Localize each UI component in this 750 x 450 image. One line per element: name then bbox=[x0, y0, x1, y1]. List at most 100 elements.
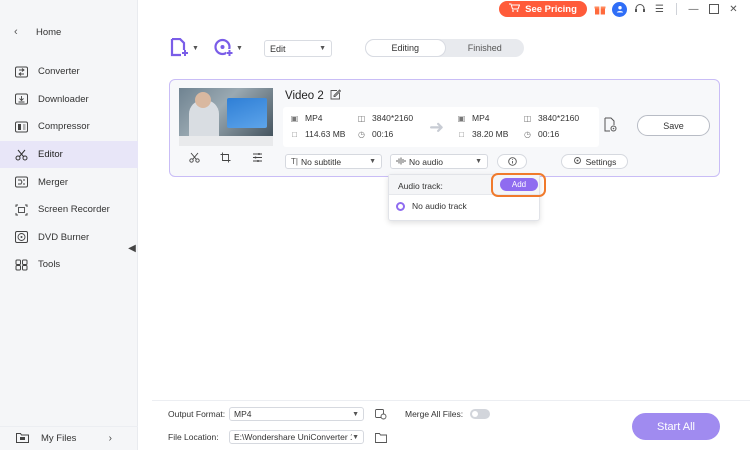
dvd-burner-icon bbox=[14, 230, 28, 244]
crop-icon[interactable] bbox=[220, 152, 231, 166]
thumbnail-tools bbox=[179, 150, 273, 168]
sidebar-item-label: Merger bbox=[38, 176, 69, 188]
video-title: Video 2 bbox=[285, 89, 341, 103]
minimize-icon[interactable]: — bbox=[686, 2, 701, 17]
close-icon[interactable]: ✕ bbox=[726, 2, 741, 17]
screen-recorder-icon bbox=[14, 203, 28, 217]
settings-label: Settings bbox=[585, 156, 617, 167]
sidebar-item-merger[interactable]: Merger bbox=[0, 168, 138, 196]
add-dvd-button[interactable]: ▼ bbox=[214, 38, 243, 59]
trim-icon[interactable] bbox=[189, 152, 200, 166]
clock-icon: ◷ bbox=[524, 129, 531, 139]
sidebar-item-label: Tools bbox=[38, 259, 61, 271]
audio-info-button[interactable] bbox=[497, 154, 527, 169]
folder-icon: □ bbox=[459, 129, 464, 139]
chevron-down-icon: ▼ bbox=[369, 158, 376, 165]
settings-button[interactable]: Settings bbox=[561, 154, 628, 169]
output-format-value: MP4 bbox=[234, 409, 252, 419]
tab-editing[interactable]: Editing bbox=[365, 39, 446, 57]
tools-icon bbox=[14, 258, 28, 272]
source-format: ▣ MP4 bbox=[290, 113, 323, 123]
merge-all-files-label: Merge All Files: bbox=[405, 409, 464, 419]
sidebar-item-screen-recorder[interactable]: Screen Recorder bbox=[0, 196, 138, 224]
video-thumbnail[interactable] bbox=[179, 88, 273, 146]
gift-icon[interactable] bbox=[592, 2, 607, 17]
audio-dropdown[interactable]: No audio ▼ bbox=[390, 154, 488, 169]
home-button[interactable]: ‹ Home bbox=[14, 24, 61, 40]
user-icon[interactable] bbox=[612, 1, 627, 17]
merge-all-files-toggle[interactable] bbox=[470, 409, 490, 419]
title-bar-buttons: ☰ — ✕ bbox=[592, 1, 741, 17]
add-file-button[interactable]: ▼ bbox=[170, 37, 199, 59]
chevron-left-icon: ‹ bbox=[14, 26, 18, 38]
menu-icon[interactable]: ☰ bbox=[652, 2, 667, 17]
output-format-select[interactable]: MP4 ▼ bbox=[229, 407, 364, 421]
effects-icon[interactable] bbox=[252, 152, 263, 166]
convert-arrow-icon: ➜ bbox=[429, 117, 445, 137]
target-resolution-value: 3840*2160 bbox=[538, 113, 580, 123]
chevron-down-icon: ▼ bbox=[236, 45, 243, 52]
sidebar-item-label: Editor bbox=[38, 149, 63, 161]
add-dvd-icon bbox=[214, 38, 234, 59]
title-separator bbox=[676, 3, 677, 15]
sidebar-nav: Converter Downloader Compressor Editor M… bbox=[0, 58, 138, 279]
no-audio-track-option[interactable]: No audio track bbox=[396, 201, 467, 211]
open-folder-icon[interactable] bbox=[375, 431, 387, 443]
sidebar-item-tools[interactable]: Tools bbox=[0, 251, 138, 279]
sidebar: ‹ Home Converter Downloader Compressor E… bbox=[0, 0, 138, 450]
editor-icon bbox=[14, 148, 28, 162]
sidebar-item-label: DVD Burner bbox=[38, 231, 90, 243]
save-button[interactable]: Save bbox=[637, 115, 710, 136]
file-location-value: E:\Wondershare UniConverter 1 bbox=[234, 432, 353, 442]
audio-value: No audio bbox=[409, 156, 444, 167]
my-files-label: My Files bbox=[41, 433, 77, 444]
chevron-down-icon: ▼ bbox=[192, 45, 199, 52]
folder-icon bbox=[16, 432, 29, 446]
source-size-value: 114.63 MB bbox=[305, 129, 346, 139]
sidebar-item-converter[interactable]: Converter bbox=[0, 58, 138, 86]
converter-icon bbox=[14, 65, 28, 79]
sidebar-item-compressor[interactable]: Compressor bbox=[0, 113, 138, 141]
edit-select[interactable]: Edit ▼ bbox=[264, 40, 332, 57]
target-duration-value: 00:16 bbox=[538, 129, 560, 139]
merger-icon bbox=[14, 175, 28, 189]
edit-title-icon[interactable] bbox=[330, 89, 341, 103]
toggle-knob bbox=[472, 411, 478, 417]
cart-icon bbox=[509, 3, 521, 15]
sidebar-item-dvd-burner[interactable]: DVD Burner bbox=[0, 224, 138, 252]
support-icon[interactable] bbox=[632, 2, 647, 17]
home-label: Home bbox=[36, 26, 62, 38]
target-resolution: ◫ 3840*2160 bbox=[523, 113, 579, 123]
tab-switcher: Editing Finished bbox=[365, 39, 524, 57]
chevron-up-icon: ▼ bbox=[475, 158, 482, 165]
chevron-down-icon: ▼ bbox=[319, 45, 326, 52]
file-location-label: File Location: bbox=[168, 432, 219, 442]
gear-icon bbox=[573, 156, 582, 167]
add-audio-track-button[interactable]: Add bbox=[500, 178, 538, 191]
subtitle-dropdown-inner: T| No subtitle bbox=[291, 157, 341, 167]
audio-track-label: Audio track: bbox=[398, 181, 443, 191]
tab-finished[interactable]: Finished bbox=[446, 39, 525, 57]
downloader-icon bbox=[14, 92, 28, 106]
my-files-button[interactable]: My Files › bbox=[0, 426, 138, 450]
sidebar-item-downloader[interactable]: Downloader bbox=[0, 86, 138, 114]
sidebar-item-editor[interactable]: Editor bbox=[0, 140, 138, 169]
format-settings-icon[interactable] bbox=[375, 408, 387, 420]
edit-select-value: Edit bbox=[270, 43, 286, 54]
subtitle-dropdown[interactable]: T| No subtitle ▼ bbox=[285, 154, 382, 169]
audio-wave-icon bbox=[396, 157, 406, 167]
file-location-select[interactable]: E:\Wondershare UniConverter 1 ▼ bbox=[229, 430, 364, 444]
output-settings-icon[interactable] bbox=[602, 117, 618, 133]
collapse-sidebar-button[interactable]: ◀ bbox=[125, 237, 139, 259]
maximize-icon[interactable] bbox=[706, 2, 721, 17]
no-audio-track-label: No audio track bbox=[412, 201, 467, 211]
video-format-icon: ▣ bbox=[457, 113, 466, 123]
collapse-arrow-icon: ◀ bbox=[128, 242, 136, 254]
start-all-button[interactable]: Start All bbox=[632, 413, 720, 440]
clock-icon: ◷ bbox=[358, 129, 365, 139]
audio-dropdown-inner: No audio bbox=[396, 157, 443, 167]
sidebar-item-label: Downloader bbox=[38, 93, 89, 105]
see-pricing-button[interactable]: See Pricing bbox=[499, 1, 587, 17]
thumbnail-desk bbox=[179, 136, 273, 146]
source-resolution-value: 3840*2160 bbox=[372, 113, 414, 123]
